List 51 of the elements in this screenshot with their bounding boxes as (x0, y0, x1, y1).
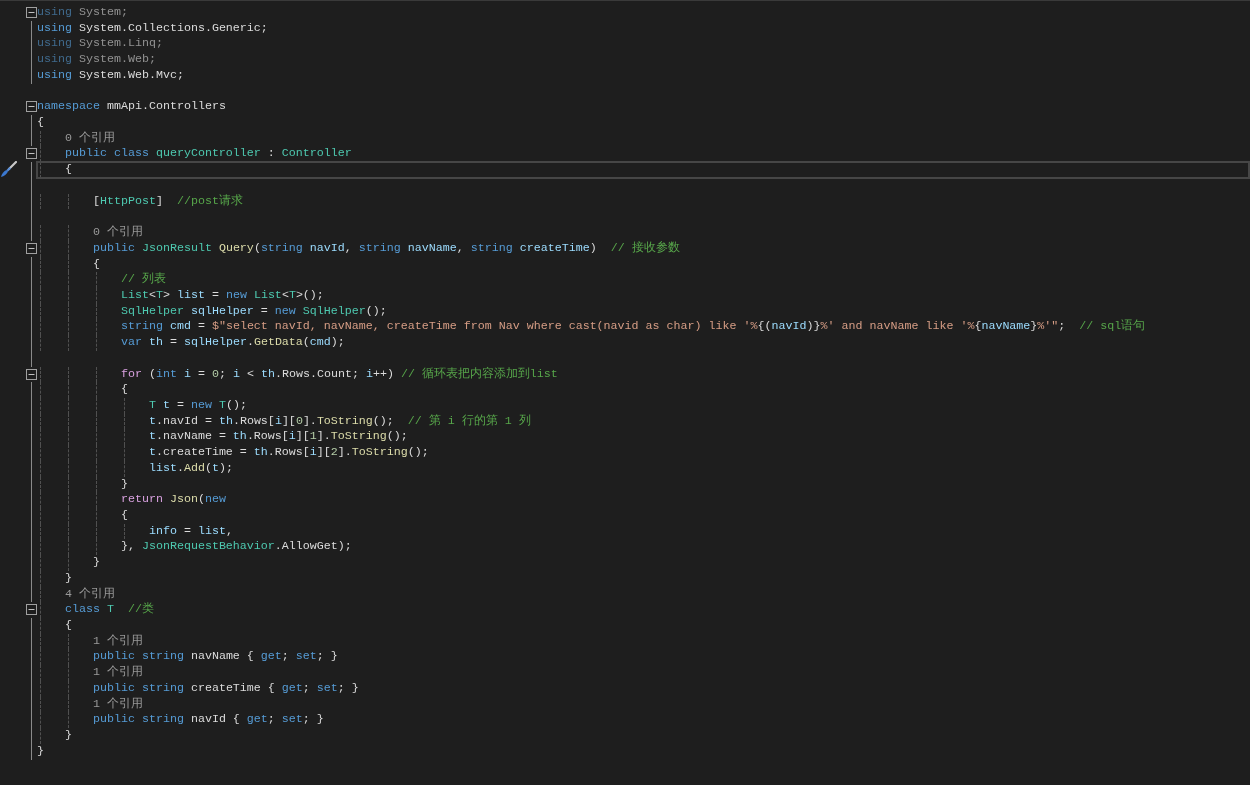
code-line: public class queryController : Controller (63, 146, 352, 161)
collapse-icon[interactable] (26, 7, 37, 18)
code-line: t.createTime = th.Rows[i][2].ToString(); (147, 445, 429, 460)
code-line: // 列表 (119, 272, 166, 287)
code-line: using System.Linq; (37, 36, 163, 51)
code-line: { (37, 115, 44, 130)
code-line: { (63, 162, 72, 177)
code-line: { (119, 508, 128, 522)
reference-count[interactable]: 0 个引用 (37, 130, 115, 145)
code-line: list.Add(t); (147, 460, 233, 475)
reference-count[interactable]: 4 个引用 (37, 586, 115, 601)
code-line: using System; (37, 5, 128, 19)
code-line: for (int i = 0; i < th.Rows.Count; i++) // 循环表把内容添加到list (119, 366, 558, 381)
code-line: using System.Web; (37, 52, 156, 67)
collapse-icon[interactable] (26, 604, 37, 616)
code-line: public string navId { get; set; } (91, 712, 324, 727)
code-line: public JsonResult Query(string navId, string navName, string createTime) // 接收参数 (91, 240, 680, 255)
reference-count[interactable]: 1 个引用 (37, 633, 143, 648)
reference-count[interactable]: 1 个引用 (37, 696, 143, 711)
code-line: }, JsonRequestBehavior.AllowGet); (119, 539, 352, 554)
code-line: T t = new T(); (147, 397, 247, 412)
code-line: class T //类 (63, 602, 154, 617)
code-line: using System.Collections.Generic; (37, 20, 268, 35)
code-line: namespace mmApi.Controllers (37, 99, 226, 114)
code-line: } (63, 728, 72, 743)
reference-count[interactable]: 1 个引用 (37, 665, 143, 680)
code-line: t.navId = th.Rows[i][0].ToString(); // 第 i 行的第 1 列 (147, 413, 531, 428)
paintbrush-icon[interactable] (0, 161, 17, 179)
code-line: string cmd = $"select navId, navName, createTime from Nav where cast(navid as char) like '%{(navId)}%' and navName like '%{navName}%'"; // sql语句 (119, 319, 1146, 334)
reference-count[interactable]: 0 个引用 (37, 225, 143, 240)
code-line: var th = sqlHelper.GetData(cmd); (119, 335, 345, 350)
code-line: t.navName = th.Rows[i][1].ToString(); (147, 429, 408, 444)
code-line: } (63, 570, 72, 585)
code-line: { (91, 256, 100, 271)
code-line: return Json(new (119, 492, 226, 507)
code-line: SqlHelper sqlHelper = new SqlHelper(); (119, 303, 387, 318)
collapse-icon[interactable] (26, 101, 37, 113)
collapse-icon[interactable] (26, 148, 37, 160)
code-line: public string createTime { get; set; } (91, 680, 359, 695)
code-line: public string navName { get; set; } (91, 649, 338, 664)
code-line: { (119, 382, 128, 397)
code-line: List<T> list = new List<T>(); (119, 287, 324, 302)
collapse-icon[interactable] (26, 368, 37, 380)
code-line: [HttpPost] //post请求 (91, 193, 243, 208)
code-line: using System.Web.Mvc; (37, 67, 184, 82)
code-line: } (37, 743, 44, 758)
code-line: } (119, 476, 128, 491)
code-line: info = list, (147, 523, 233, 538)
code-line: { (63, 618, 72, 633)
code-line: } (91, 555, 100, 570)
collapse-icon[interactable] (26, 242, 37, 254)
